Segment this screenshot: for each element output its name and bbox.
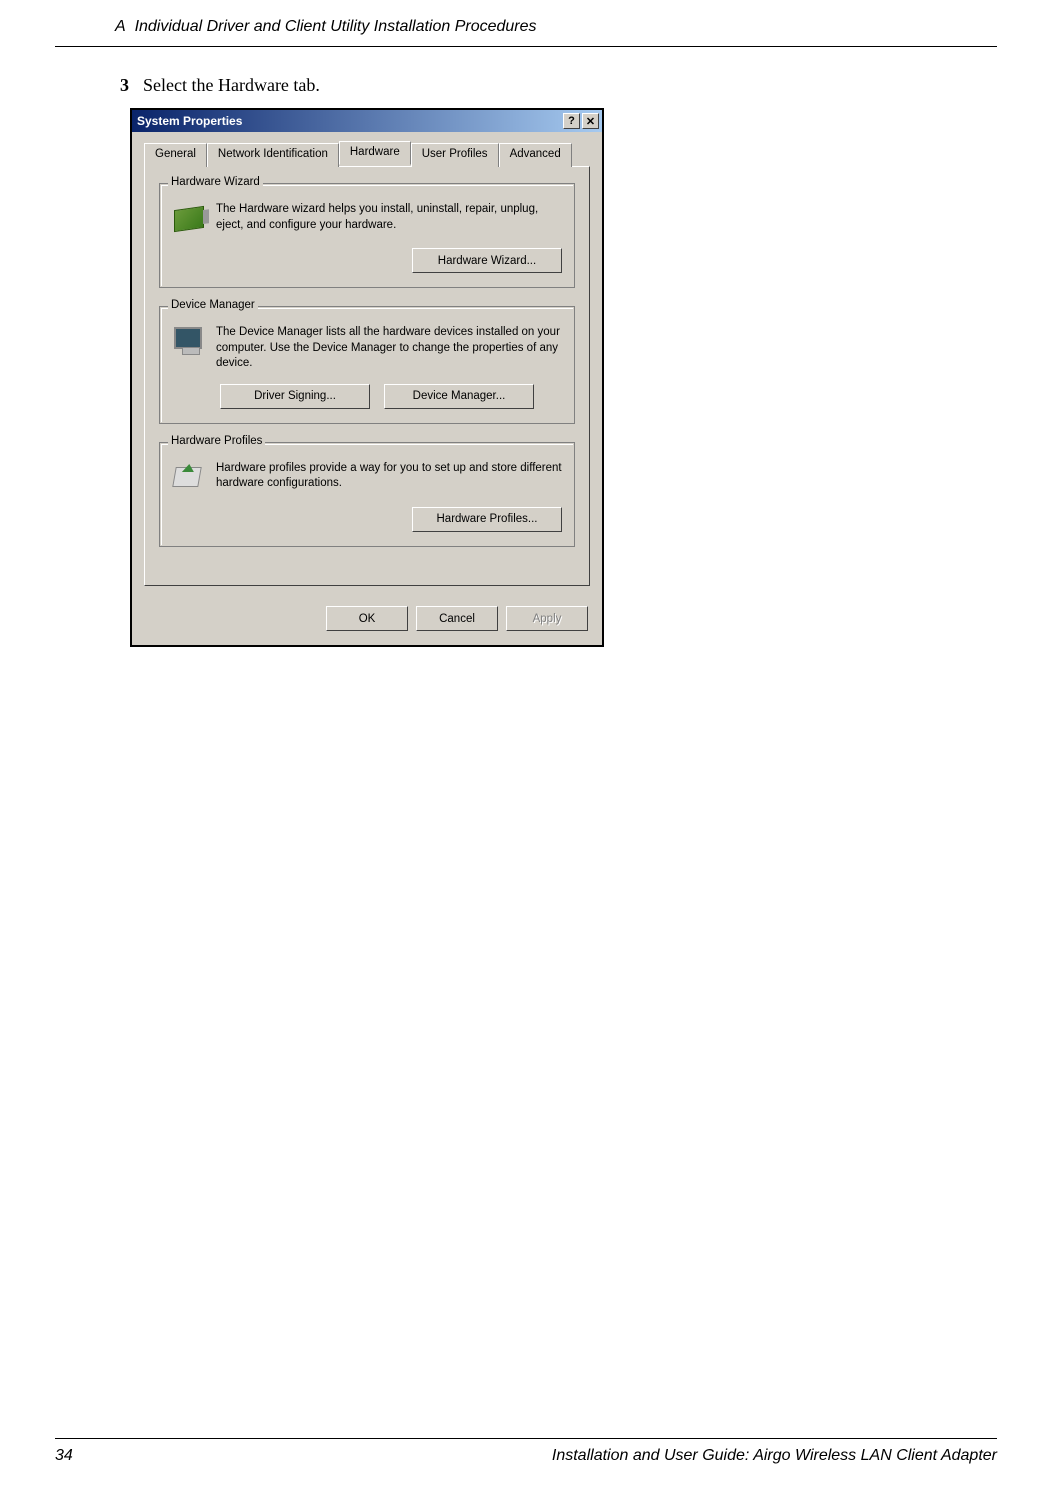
- group-legend: Hardware Wizard: [168, 176, 263, 188]
- profile-card-icon: [172, 461, 206, 495]
- help-icon[interactable]: ?: [563, 113, 580, 129]
- page-header: A Individual Driver and Client Utility I…: [55, 0, 997, 47]
- group-row: The Device Manager lists all the hardwar…: [172, 325, 562, 372]
- ok-button[interactable]: OK: [326, 606, 408, 631]
- tab-panel-hardware: Hardware Wizard The Hardware wizard help…: [144, 166, 590, 586]
- group-hardware-wizard: Hardware Wizard The Hardware wizard help…: [159, 183, 575, 288]
- monitor-icon: [172, 325, 206, 359]
- close-icon[interactable]: ✕: [582, 113, 599, 129]
- tab-hardware[interactable]: Hardware: [339, 141, 411, 165]
- step-number: 3: [120, 75, 129, 96]
- tab-network-identification[interactable]: Network Identification: [207, 143, 339, 167]
- group-legend: Hardware Profiles: [168, 435, 265, 447]
- tab-user-profiles[interactable]: User Profiles: [411, 143, 499, 167]
- group-buttons: Driver Signing... Device Manager...: [172, 384, 562, 409]
- dialog-body: General Network Identification Hardware …: [132, 132, 602, 598]
- dialog-wrapper: System Properties ? ✕ General Network Id…: [130, 108, 992, 647]
- page-number: 34: [55, 1447, 73, 1465]
- group-text: The Device Manager lists all the hardwar…: [216, 325, 562, 372]
- hardware-chip-icon: [172, 202, 206, 236]
- step-text: Select the Hardware tab.: [143, 75, 320, 96]
- content-area: 3 Select the Hardware tab. System Proper…: [0, 47, 1052, 647]
- tab-general[interactable]: General: [144, 143, 207, 167]
- cancel-button[interactable]: Cancel: [416, 606, 498, 631]
- titlebar: System Properties ? ✕: [132, 110, 602, 132]
- step-row: 3 Select the Hardware tab.: [120, 75, 992, 96]
- driver-signing-button[interactable]: Driver Signing...: [220, 384, 370, 409]
- group-buttons: Hardware Profiles...: [172, 507, 562, 532]
- dialog-title: System Properties: [137, 114, 242, 128]
- hardware-wizard-button[interactable]: Hardware Wizard...: [412, 248, 562, 273]
- group-text: Hardware profiles provide a way for you …: [216, 461, 562, 492]
- titlebar-buttons: ? ✕: [563, 113, 599, 129]
- group-row: The Hardware wizard helps you install, u…: [172, 202, 562, 236]
- group-device-manager: Device Manager The Device Manager lists …: [159, 306, 575, 424]
- apply-button[interactable]: Apply: [506, 606, 588, 631]
- chapter-label: A: [115, 18, 126, 35]
- chapter-title: Individual Driver and Client Utility Ins…: [135, 18, 537, 35]
- tab-strip: General Network Identification Hardware …: [144, 142, 590, 166]
- group-legend: Device Manager: [168, 299, 258, 311]
- guide-title: Installation and User Guide: Airgo Wirel…: [552, 1447, 997, 1465]
- group-buttons: Hardware Wizard...: [172, 248, 562, 273]
- group-hardware-profiles: Hardware Profiles Hardware profiles prov…: [159, 442, 575, 547]
- group-text: The Hardware wizard helps you install, u…: [216, 202, 562, 233]
- hardware-profiles-button[interactable]: Hardware Profiles...: [412, 507, 562, 532]
- tab-advanced[interactable]: Advanced: [499, 143, 572, 167]
- dialog-footer: OK Cancel Apply: [132, 598, 602, 645]
- system-properties-dialog: System Properties ? ✕ General Network Id…: [130, 108, 604, 647]
- group-row: Hardware profiles provide a way for you …: [172, 461, 562, 495]
- page-footer: 34 Installation and User Guide: Airgo Wi…: [55, 1438, 997, 1465]
- device-manager-button[interactable]: Device Manager...: [384, 384, 534, 409]
